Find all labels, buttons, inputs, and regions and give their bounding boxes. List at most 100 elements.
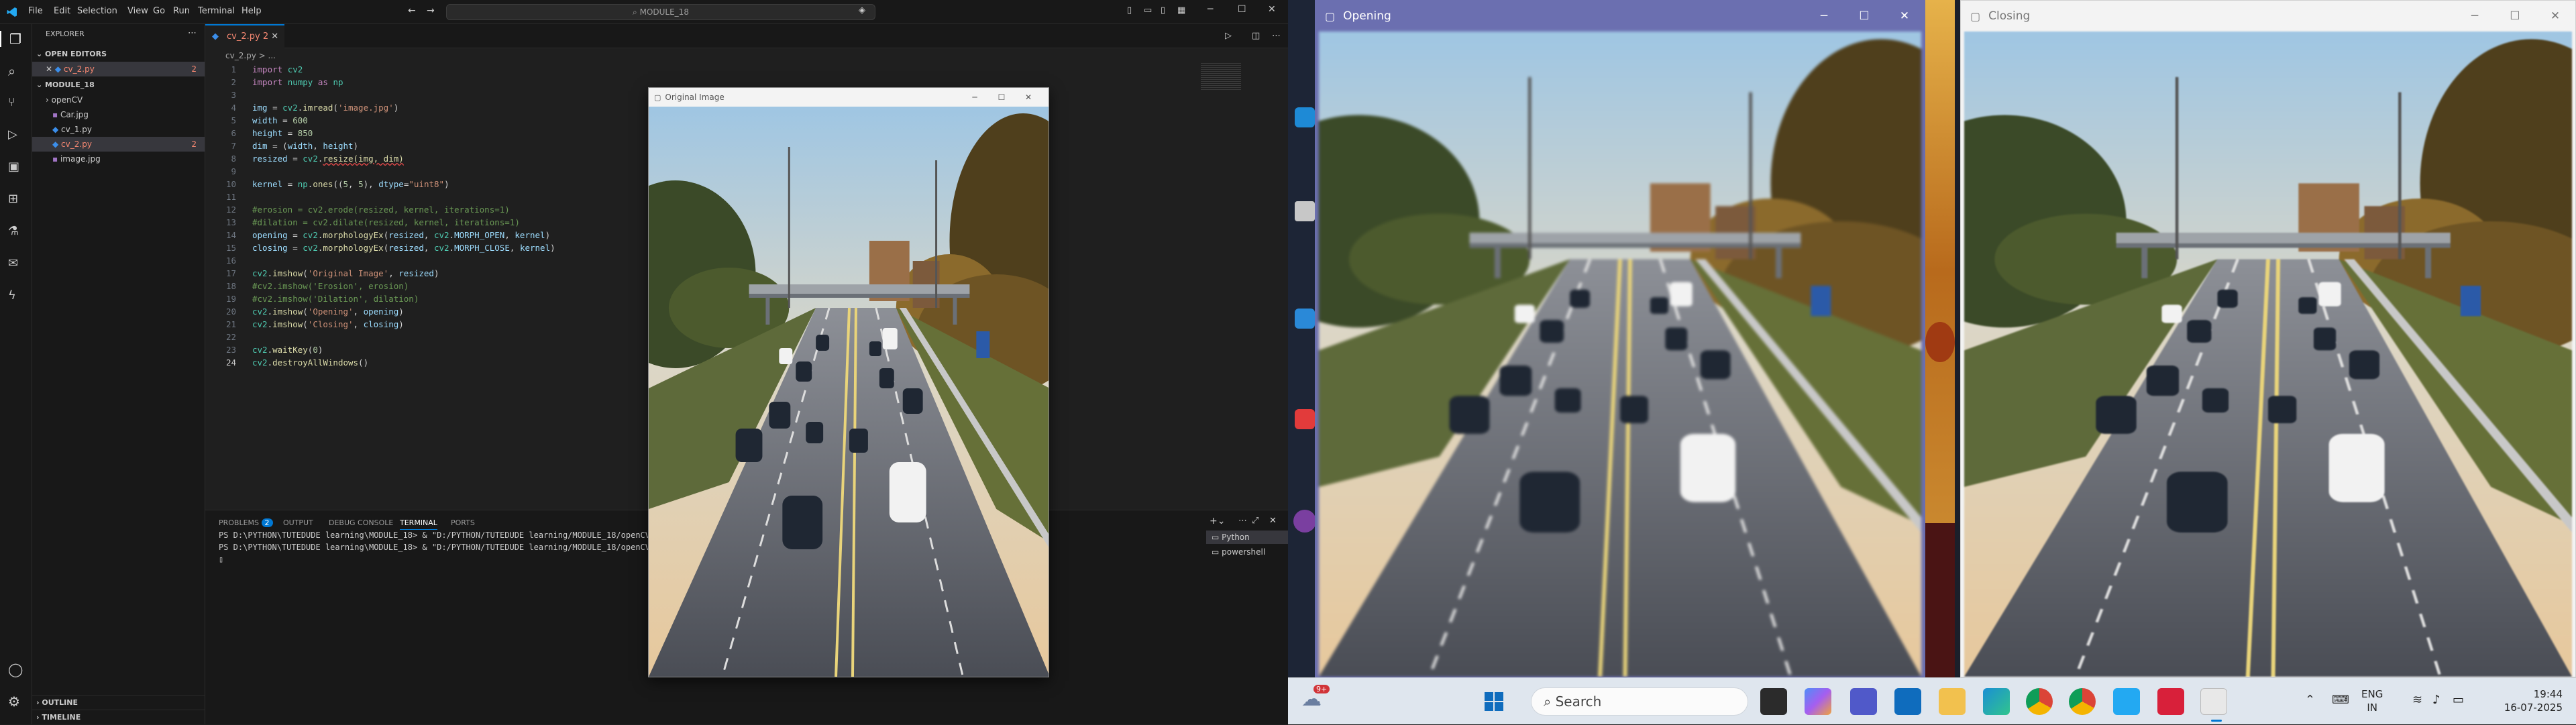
desktop-app-icon[interactable]	[1295, 107, 1315, 127]
code-line[interactable]: import cv2	[252, 64, 303, 74]
code-line[interactable]: cv2.imshow('Closing', closing)	[252, 319, 404, 329]
close-icon[interactable]: ✕	[46, 64, 55, 74]
desktop-app-icon[interactable]	[1295, 201, 1315, 221]
open-editors-header[interactable]: ⌄ OPEN EDITORS	[32, 47, 205, 62]
vscode-taskbar-icon[interactable]	[2113, 688, 2140, 715]
breadcrumb[interactable]: cv_2.py > ...	[205, 48, 276, 63]
weather-widget[interactable]: ☁ 9+	[1301, 685, 1330, 716]
tab-ports[interactable]: PORTS	[451, 518, 475, 527]
run-python-icon[interactable]: ▷	[1225, 31, 1232, 41]
code-line[interactable]: #dilation = cv2.dilate(resized, kernel, …	[252, 217, 520, 227]
close-icon[interactable]: ✕	[1884, 1, 1925, 32]
task-view-icon[interactable]	[1760, 688, 1787, 715]
maximize-icon[interactable]: ☐	[2495, 1, 2535, 32]
menu-view[interactable]: View	[127, 6, 148, 16]
chevron-up-icon[interactable]: ⌃	[2305, 693, 2315, 707]
tab-output[interactable]: OUTPUT	[283, 518, 313, 527]
close-icon[interactable]: ✕	[271, 32, 278, 42]
keyboard-icon[interactable]: ⌨	[2332, 693, 2349, 707]
code-line[interactable]: cv2.imshow('Original Image', resized)	[252, 268, 439, 278]
forward-arrow-icon[interactable]: →	[427, 5, 435, 16]
split-editor-icon[interactable]: ◫	[1252, 31, 1260, 41]
more-actions-icon[interactable]: ⋯	[188, 28, 197, 38]
menu-file[interactable]: File	[28, 6, 43, 16]
settings-gear-icon[interactable]: ⚙	[8, 693, 24, 710]
taskbar-search[interactable]: ⌕ Search	[1531, 687, 1748, 716]
new-terminal-icon[interactable]: +⌄	[1210, 516, 1225, 526]
explorer-icon[interactable]: ❐	[0, 31, 32, 47]
desktop-app-icon[interactable]	[1295, 409, 1315, 429]
teams-icon[interactable]	[1850, 688, 1877, 715]
tab-debug-console[interactable]: DEBUG CONSOLE	[329, 518, 393, 527]
file-tree-item[interactable]: ◆ cv_1.py	[32, 122, 205, 137]
code-line[interactable]: cv2.destroyAllWindows()	[252, 357, 368, 368]
code-line[interactable]: resized = cv2.resize(img, dim)	[252, 154, 404, 164]
file-tree-item[interactable]: › openCV	[32, 93, 205, 107]
code-line[interactable]: #cv2.imshow('Dilation', dilation)	[252, 294, 419, 304]
desktop-app-icon[interactable]	[1293, 510, 1316, 533]
terminal-cursor[interactable]: ▯	[219, 555, 223, 564]
minimize-icon[interactable]: ─	[1804, 1, 1844, 32]
menu-help[interactable]: Help	[241, 6, 262, 16]
tab-cv-2-py[interactable]: ◆ cv_2.py 2 ✕	[205, 24, 284, 48]
maximize-panel-icon[interactable]: ⤢	[1252, 516, 1258, 526]
minimize-icon[interactable]: ─	[1208, 4, 1213, 15]
window-titlebar[interactable]: ▢ Opening ─ ☐ ✕	[1316, 1, 1925, 32]
code-line[interactable]: height = 850	[252, 128, 313, 138]
open-editor-item[interactable]: ✕ ◆ cv_2.py 2	[32, 62, 205, 76]
menu-go[interactable]: Go	[153, 6, 165, 16]
menu-run[interactable]: Run	[173, 6, 190, 16]
file-tree-item[interactable]: ▪ Car.jpg	[32, 107, 205, 122]
extensions-icon[interactable]: ⊞	[8, 192, 24, 208]
terminal-line[interactable]: PS D:\PYTHON\TUTEDUDE learning\MODULE_18…	[219, 531, 659, 540]
toggle-secondary-sidebar-icon[interactable]: ▯	[1161, 5, 1165, 15]
code-line[interactable]: dim = (width, height)	[252, 141, 358, 151]
toggle-panel-icon[interactable]: ▭	[1144, 5, 1152, 15]
media-app-icon[interactable]	[2157, 688, 2184, 715]
more-actions-icon[interactable]: ⋯	[1272, 31, 1281, 41]
tab-problems[interactable]: PROBLEMS 2	[219, 518, 273, 527]
outline-section[interactable]: › OUTLINE	[32, 695, 205, 710]
code-line[interactable]: kernel = np.ones((5, 5), dtype="uint8")	[252, 179, 449, 189]
window-titlebar[interactable]: ▢ Closing ─ ☐ ✕	[1961, 1, 2575, 32]
chrome-profile-icon[interactable]	[2069, 688, 2096, 715]
more-actions-icon[interactable]: ⋯	[1238, 516, 1247, 526]
timeline-section[interactable]: › TIMELINE	[32, 710, 205, 724]
volume-icon[interactable]: ♪	[2432, 693, 2440, 707]
chat-icon[interactable]: ✉	[8, 256, 24, 272]
source-control-icon[interactable]: ⑂	[8, 95, 24, 111]
desktop-app-icon[interactable]	[1295, 309, 1315, 329]
terminal-session-python[interactable]: ▭ Python	[1206, 531, 1288, 544]
copilot-icon[interactable]: ◈	[859, 5, 865, 15]
edge-icon[interactable]	[1983, 688, 2010, 715]
code-line[interactable]: cv2.imshow('Opening', opening)	[252, 306, 404, 317]
file-tree-item[interactable]: ▪ image.jpg	[32, 152, 205, 166]
account-icon[interactable]: ◯	[8, 661, 24, 677]
code-line[interactable]: #erosion = cv2.erode(resized, kernel, it…	[252, 205, 510, 215]
chrome-icon[interactable]	[2026, 688, 2053, 715]
wifi-icon[interactable]: ≋	[2412, 693, 2422, 707]
file-explorer-icon[interactable]	[1939, 688, 1966, 715]
back-arrow-icon[interactable]: ←	[408, 5, 416, 16]
maximize-icon[interactable]: ☐	[1238, 4, 1246, 15]
opening-window[interactable]: ▢ Opening ─ ☐ ✕	[1315, 0, 1925, 677]
layout-icon[interactable]: ▦	[1177, 5, 1185, 15]
minimize-icon[interactable]: ─	[2455, 1, 2495, 32]
window-titlebar[interactable]: ▢ Original Image ─ ☐ ✕	[649, 88, 1049, 107]
terminal-session-powershell[interactable]: ▭ powershell	[1206, 545, 1288, 559]
python-window-icon[interactable]	[2200, 688, 2227, 715]
close-icon[interactable]: ✕	[1008, 88, 1049, 107]
testing-icon[interactable]: ⚗	[8, 224, 24, 240]
file-tree-item-selected[interactable]: ◆ cv_2.py 2	[32, 137, 205, 152]
command-center-search[interactable]: ⌕ MODULE_18	[446, 4, 875, 20]
code-line[interactable]: width = 600	[252, 115, 308, 125]
folder-header[interactable]: ⌄ MODULE_18	[32, 78, 205, 93]
close-panel-icon[interactable]: ✕	[1269, 516, 1277, 526]
menu-selection[interactable]: Selection	[77, 6, 117, 16]
battery-icon[interactable]: ▭	[2453, 693, 2464, 707]
code-line[interactable]: img = cv2.imread('image.jpg')	[252, 103, 398, 113]
menu-edit[interactable]: Edit	[54, 6, 70, 16]
language-indicator[interactable]: ENG IN	[2361, 687, 2383, 714]
code-line[interactable]: #cv2.imshow('Erosion', erosion)	[252, 281, 409, 291]
closing-window[interactable]: ▢ Closing ─ ☐ ✕	[1960, 0, 2576, 677]
